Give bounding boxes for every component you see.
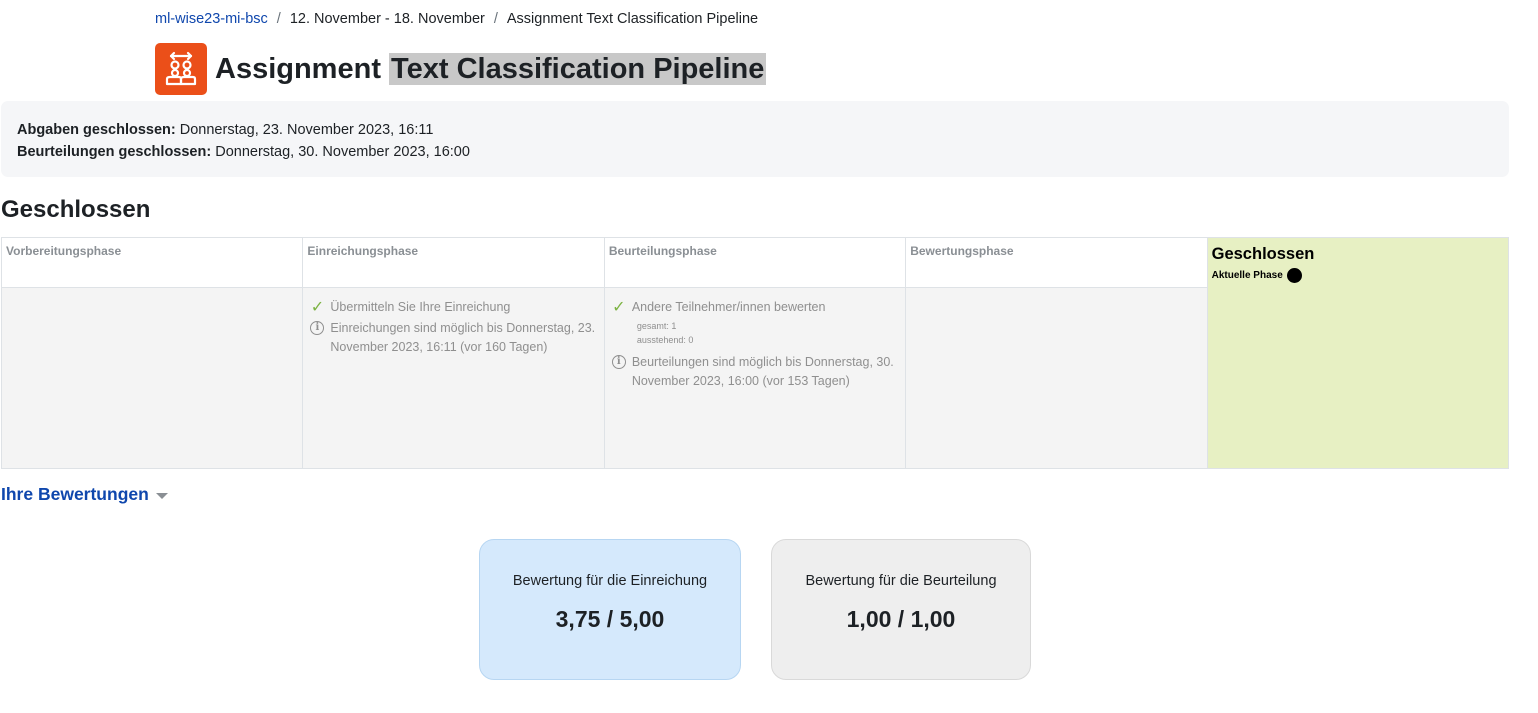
page-title-highlight: Text Classification Pipeline (389, 53, 767, 85)
current-phase-label: Aktuelle Phase (1211, 270, 1283, 281)
phase-submission-tasks: ✓ Übermitteln Sie Ihre Einreichung i Ein… (303, 288, 604, 468)
assessment-grade-card: Bewertung für die Beurteilung 1,00 / 1,0… (771, 539, 1031, 680)
assessment-grade-label: Bewertung für die Beurteilung (805, 573, 997, 589)
task-label: Andere Teilnehmer/innen bewerten (631, 300, 826, 314)
submissions-closed-value: Donnerstag, 23. November 2023, 16:11 (179, 122, 434, 138)
check-icon: ✓ (612, 299, 626, 316)
task-info-text: Beurteilungen sind möglich bis Donnersta… (631, 355, 894, 388)
phase-planner: Vorbereitungsphase Einreichungsphase ✓ Ü… (1, 237, 1509, 469)
workshop-icon (155, 43, 207, 95)
breadcrumb-current: Assignment Text Classification Pipeline (506, 11, 759, 27)
page-title-prefix: Assignment (215, 53, 381, 85)
submission-grade-value: 3,75 / 5,00 (555, 606, 665, 632)
phase-submission-title: Einreichungsphase (303, 238, 604, 288)
assessments-closed-value: Donnerstag, 30. November 2023, 16:00 (215, 144, 470, 160)
check-icon: ✓ (310, 299, 325, 316)
info-icon: i (610, 353, 628, 369)
submissions-closed-label: Abgaben geschlossen: (17, 122, 176, 138)
current-phase-indicator: Aktuelle Phase (1212, 268, 1504, 283)
phase-setup-tasks (2, 288, 303, 468)
task-label: Übermitteln Sie Ihre Einreichung (330, 300, 511, 314)
phase-evaluation: Bewertungsphase (906, 238, 1208, 468)
dates-summary: Abgaben geschlossen: Donnerstag, 23. Nov… (1, 101, 1509, 177)
phase-setup: Vorbereitungsphase (2, 238, 304, 468)
page-title: Assignment Text Classification Pipeline (215, 50, 767, 88)
phase-submission: Einreichungsphase ✓ Übermitteln Sie Ihre… (303, 238, 605, 468)
task-info: i Einreichungen sind möglich bis Donners… (308, 319, 598, 357)
task-item: ✓ Übermitteln Sie Ihre Einreichung (308, 298, 598, 317)
phase-closed-header: Geschlossen Aktuelle Phase (1207, 238, 1509, 288)
phase-setup-title: Vorbereitungsphase (2, 238, 303, 288)
submission-grade-card: Bewertung für die Einreichung 3,75 / 5,0… (479, 539, 741, 680)
phase-closed-tasks (1207, 288, 1509, 468)
phase-evaluation-title: Bewertungsphase (906, 238, 1207, 288)
current-phase-dot-icon (1286, 268, 1302, 283)
phase-assessment-tasks: ✓ Andere Teilnehmer/innen bewerten gesam… (604, 288, 906, 468)
task-info-text: Einreichungen sind möglich bis Donnersta… (330, 321, 596, 354)
assessment-grade-value: 1,00 / 1,00 (846, 606, 956, 632)
breadcrumb-week-link[interactable]: 12. November - 18. November (290, 11, 485, 27)
submissions-closed-row: Abgaben geschlossen: Donnerstag, 23. Nov… (17, 119, 1493, 141)
page-header: Assignment Text Classification Pipeline (155, 43, 767, 95)
submission-grade-label: Bewertung für die Einreichung (512, 573, 708, 589)
grades-toggle[interactable]: Ihre Bewertungen (1, 484, 168, 505)
breadcrumb: ml-wise23-mi-bsc / 12. November - 18. No… (155, 11, 758, 27)
task-details: gesamt: 1 ausstehend: 0 (610, 319, 900, 347)
phase-evaluation-tasks (906, 288, 1207, 468)
task-info: i Beurteilungen sind möglich bis Donners… (610, 353, 900, 391)
phase-closed: Geschlossen Aktuelle Phase (1207, 238, 1509, 468)
grades-toggle-label: Ihre Bewertungen (1, 484, 149, 504)
phase-assessment: Beurteilungsphase ✓ Andere Teilnehmer/in… (604, 238, 907, 468)
info-icon: i (308, 319, 326, 335)
assessments-closed-label: Beurteilungen geschlossen: (17, 144, 212, 160)
assess-total: gesamt: 1 (636, 321, 677, 331)
breadcrumb-separator: / (276, 11, 281, 27)
breadcrumb-course-link[interactable]: ml-wise23-mi-bsc (155, 11, 268, 27)
assess-pending: ausstehend: 0 (636, 335, 694, 345)
assessments-closed-row: Beurteilungen geschlossen: Donnerstag, 3… (17, 141, 1493, 163)
caret-down-icon (155, 493, 168, 499)
phase-closed-title: Geschlossen (1211, 245, 1315, 263)
breadcrumb-separator: / (493, 11, 498, 27)
phase-assessment-title: Beurteilungsphase (604, 238, 906, 288)
phase-section-title: Geschlossen (1, 196, 151, 223)
task-item: ✓ Andere Teilnehmer/innen bewerten (610, 298, 900, 317)
